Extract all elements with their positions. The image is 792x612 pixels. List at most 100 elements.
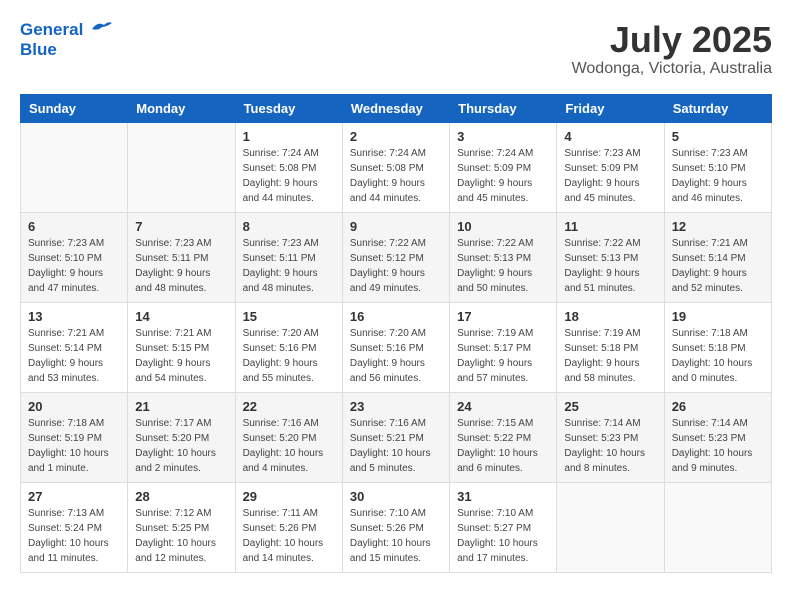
calendar-cell: 18Sunrise: 7:19 AM Sunset: 5:18 PM Dayli… [557,302,664,392]
day-number: 9 [350,219,442,234]
calendar-table: Sunday Monday Tuesday Wednesday Thursday… [20,94,772,573]
day-number: 6 [28,219,120,234]
calendar-header-row: Sunday Monday Tuesday Wednesday Thursday… [21,94,772,122]
day-number: 28 [135,489,227,504]
day-info: Sunrise: 7:12 AM Sunset: 5:25 PM Dayligh… [135,506,227,566]
calendar-cell: 7Sunrise: 7:23 AM Sunset: 5:11 PM Daylig… [128,212,235,302]
calendar-cell: 8 Sunrise: 7:23 AM Sunset: 5:11 PM Daylig… [235,212,342,302]
day-number: 16 [350,309,442,324]
day-info: Sunrise: 7:20 AM Sunset: 5:16 PM Dayligh… [350,326,442,386]
day-number: 19 [672,309,764,324]
col-tuesday: Tuesday [235,94,342,122]
day-number: 24 [457,399,549,414]
calendar-cell: 6 Sunrise: 7:23 AM Sunset: 5:10 PM Daylig… [21,212,128,302]
col-friday: Friday [557,94,664,122]
day-info: Sunrise: 7:20 AM Sunset: 5:16 PM Dayligh… [243,326,335,386]
day-info: Sunrise: 7:10 AM Sunset: 5:26 PM Dayligh… [350,506,442,566]
day-number: 8 [243,219,335,234]
calendar-cell: 9 Sunrise: 7:22 AM Sunset: 5:12 PM Daylig… [342,212,449,302]
day-number: 2 [350,129,442,144]
calendar-cell: 23 Sunrise: 7:16 AM Sunset: 5:21 PM Dayli… [342,392,449,482]
col-saturday: Saturday [664,94,771,122]
day-info: Sunrise: 7:23 AM Sunset: 5:11 PM Dayligh… [243,236,335,296]
day-info: Sunrise: 7:18 AM Sunset: 5:19 PM Dayligh… [28,416,120,476]
calendar-cell: 20Sunrise: 7:18 AM Sunset: 5:19 PM Dayli… [21,392,128,482]
day-info: Sunrise: 7:17 AM Sunset: 5:20 PM Dayligh… [135,416,227,476]
day-number: 7 [135,219,227,234]
month-title: July 2025 [572,20,772,60]
calendar-cell: 28 Sunrise: 7:12 AM Sunset: 5:25 PM Dayli… [128,482,235,572]
calendar-cell [664,482,771,572]
day-number: 10 [457,219,549,234]
col-wednesday: Wednesday [342,94,449,122]
day-info: Sunrise: 7:14 AM Sunset: 5:23 PM Dayligh… [672,416,764,476]
calendar-cell: 29 Sunrise: 7:11 AM Sunset: 5:26 PM Dayli… [235,482,342,572]
day-number: 29 [243,489,335,504]
calendar-cell [21,122,128,212]
day-number: 3 [457,129,549,144]
calendar-cell: 4 Sunrise: 7:23 AM Sunset: 5:09 PM Daylig… [557,122,664,212]
day-number: 27 [28,489,120,504]
calendar-cell: 13Sunrise: 7:21 AM Sunset: 5:14 PM Dayli… [21,302,128,392]
calendar-cell: 30 Sunrise: 7:10 AM Sunset: 5:26 PM Dayli… [342,482,449,572]
day-number: 14 [135,309,227,324]
day-number: 22 [243,399,335,414]
logo: General Blue [20,20,112,59]
day-info: Sunrise: 7:21 AM Sunset: 5:14 PM Dayligh… [28,326,120,386]
day-number: 15 [243,309,335,324]
day-info: Sunrise: 7:22 AM Sunset: 5:13 PM Dayligh… [457,236,549,296]
logo-general: General [20,20,83,39]
day-info: Sunrise: 7:19 AM Sunset: 5:17 PM Dayligh… [457,326,549,386]
calendar-cell: 31 Sunrise: 7:10 AM Sunset: 5:27 PM Dayli… [450,482,557,572]
day-info: Sunrise: 7:23 AM Sunset: 5:10 PM Dayligh… [28,236,120,296]
calendar-week-4: 20Sunrise: 7:18 AM Sunset: 5:19 PM Dayli… [21,392,772,482]
day-info: Sunrise: 7:16 AM Sunset: 5:20 PM Dayligh… [243,416,335,476]
day-number: 30 [350,489,442,504]
calendar-cell: 17 Sunrise: 7:19 AM Sunset: 5:17 PM Dayli… [450,302,557,392]
calendar-cell: 10 Sunrise: 7:22 AM Sunset: 5:13 PM Dayli… [450,212,557,302]
day-info: Sunrise: 7:13 AM Sunset: 5:24 PM Dayligh… [28,506,120,566]
calendar-cell [557,482,664,572]
day-info: Sunrise: 7:14 AM Sunset: 5:23 PM Dayligh… [564,416,656,476]
day-info: Sunrise: 7:23 AM Sunset: 5:09 PM Dayligh… [564,146,656,206]
day-number: 5 [672,129,764,144]
day-info: Sunrise: 7:16 AM Sunset: 5:21 PM Dayligh… [350,416,442,476]
calendar-week-3: 13Sunrise: 7:21 AM Sunset: 5:14 PM Dayli… [21,302,772,392]
day-number: 26 [672,399,764,414]
logo-blue: Blue [20,40,112,60]
calendar-cell: 5Sunrise: 7:23 AM Sunset: 5:10 PM Daylig… [664,122,771,212]
calendar-cell: 24 Sunrise: 7:15 AM Sunset: 5:22 PM Dayli… [450,392,557,482]
calendar-cell [128,122,235,212]
page-header: General Blue July 2025 Wodonga, Victoria… [20,20,772,78]
calendar-cell: 27 Sunrise: 7:13 AM Sunset: 5:24 PM Dayli… [21,482,128,572]
day-number: 17 [457,309,549,324]
day-number: 31 [457,489,549,504]
day-number: 1 [243,129,335,144]
calendar-cell: 11Sunrise: 7:22 AM Sunset: 5:13 PM Dayli… [557,212,664,302]
calendar-week-1: 1 Sunrise: 7:24 AM Sunset: 5:08 PM Daylig… [21,122,772,212]
calendar-cell: 3 Sunrise: 7:24 AM Sunset: 5:09 PM Daylig… [450,122,557,212]
day-number: 18 [564,309,656,324]
day-number: 23 [350,399,442,414]
calendar-cell: 19 Sunrise: 7:18 AM Sunset: 5:18 PM Dayli… [664,302,771,392]
day-info: Sunrise: 7:10 AM Sunset: 5:27 PM Dayligh… [457,506,549,566]
calendar-cell: 2Sunrise: 7:24 AM Sunset: 5:08 PM Daylig… [342,122,449,212]
day-number: 21 [135,399,227,414]
day-info: Sunrise: 7:24 AM Sunset: 5:08 PM Dayligh… [243,146,335,206]
day-info: Sunrise: 7:21 AM Sunset: 5:14 PM Dayligh… [672,236,764,296]
day-number: 4 [564,129,656,144]
calendar-cell: 25Sunrise: 7:14 AM Sunset: 5:23 PM Dayli… [557,392,664,482]
day-info: Sunrise: 7:18 AM Sunset: 5:18 PM Dayligh… [672,326,764,386]
day-number: 11 [564,219,656,234]
title-section: July 2025 Wodonga, Victoria, Australia [572,20,772,78]
calendar-cell: 16 Sunrise: 7:20 AM Sunset: 5:16 PM Dayli… [342,302,449,392]
calendar-cell: 26 Sunrise: 7:14 AM Sunset: 5:23 PM Dayli… [664,392,771,482]
day-info: Sunrise: 7:15 AM Sunset: 5:22 PM Dayligh… [457,416,549,476]
calendar-cell: 14Sunrise: 7:21 AM Sunset: 5:15 PM Dayli… [128,302,235,392]
logo-bird-icon [90,19,112,35]
location: Wodonga, Victoria, Australia [572,60,772,78]
day-info: Sunrise: 7:11 AM Sunset: 5:26 PM Dayligh… [243,506,335,566]
day-info: Sunrise: 7:22 AM Sunset: 5:12 PM Dayligh… [350,236,442,296]
calendar-cell: 1 Sunrise: 7:24 AM Sunset: 5:08 PM Daylig… [235,122,342,212]
day-info: Sunrise: 7:24 AM Sunset: 5:09 PM Dayligh… [457,146,549,206]
